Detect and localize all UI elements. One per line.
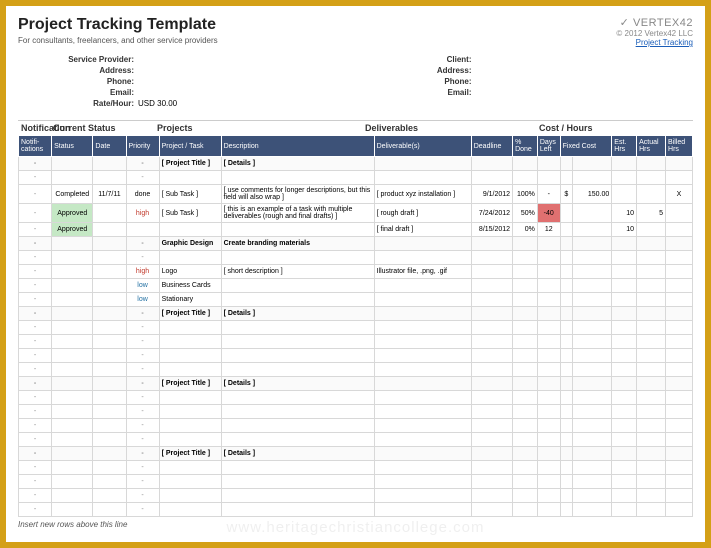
tracking-table: Notifi- cations Status Date Priority Pro… <box>18 135 693 517</box>
watermark: www.heritagechristiancollege.com <box>6 519 705 536</box>
table-row[interactable]: -- <box>19 349 693 363</box>
page-title: Project Tracking Template <box>18 16 218 34</box>
group-headers: Notification Current Status Projects Del… <box>18 120 693 135</box>
th-task: Project / Task <box>159 136 221 157</box>
table-row[interactable]: -- <box>19 335 693 349</box>
grp-status: Current Status <box>50 121 154 135</box>
val-provider-email[interactable] <box>138 88 356 99</box>
th-deadline: Deadline <box>471 136 512 157</box>
table-header: Notifi- cations Status Date Priority Pro… <box>19 136 693 157</box>
th-priority: Priority <box>126 136 159 157</box>
table-row[interactable]: -Approvedhigh[ Sub Task ][ this is an ex… <box>19 204 693 223</box>
table-row[interactable]: --[ Project Title ][ Details ] <box>19 157 693 171</box>
lbl-provider-email: Email: <box>18 88 138 99</box>
val-client-address[interactable] <box>476 66 694 77</box>
table-row[interactable]: -- <box>19 363 693 377</box>
table-row[interactable]: -- <box>19 391 693 405</box>
th-est: Est. Hrs <box>612 136 637 157</box>
copyright-text: © 2012 Vertex42 LLC <box>616 29 693 38</box>
th-fixed: Fixed Cost <box>560 136 612 157</box>
lbl-provider-phone: Phone: <box>18 77 138 88</box>
table-row[interactable]: -lowBusiness Cards <box>19 279 693 293</box>
header-row: Project Tracking Template For consultant… <box>18 16 693 47</box>
provider-client-row: Service Provider: Address: Phone: Email:… <box>18 55 693 110</box>
th-pct: % Done <box>513 136 538 157</box>
lbl-client-email: Email: <box>356 88 476 99</box>
title-block: Project Tracking Template For consultant… <box>18 16 218 45</box>
th-bill: Billed Hrs <box>666 136 693 157</box>
th-date: Date <box>93 136 126 157</box>
lbl-client: Client: <box>356 55 476 66</box>
table-row[interactable]: -Approved[ final draft ]8/15/20120%1210 <box>19 223 693 237</box>
grp-notification: Notification <box>18 121 50 135</box>
table-row[interactable]: -- <box>19 503 693 517</box>
lbl-service-provider: Service Provider: <box>18 55 138 66</box>
lbl-client-address: Address: <box>356 66 476 77</box>
table-row[interactable]: -- <box>19 475 693 489</box>
table-row[interactable]: -- <box>19 489 693 503</box>
client-col: Client: Address: Phone: Email: <box>356 55 694 110</box>
val-provider-address[interactable] <box>138 66 356 77</box>
th-act: Actual Hrs <box>637 136 666 157</box>
table-row[interactable]: -- <box>19 433 693 447</box>
table-row[interactable]: --[ Project Title ][ Details ] <box>19 377 693 391</box>
table-row[interactable]: -- <box>19 419 693 433</box>
th-days: Days Left <box>537 136 560 157</box>
val-client-email[interactable] <box>476 88 694 99</box>
table-row[interactable]: -- <box>19 321 693 335</box>
th-status: Status <box>52 136 93 157</box>
th-deliv: Deliverable(s) <box>374 136 471 157</box>
vertex42-logo: ✓ VERTEX42 <box>616 16 693 29</box>
lbl-client-phone: Phone: <box>356 77 476 88</box>
table-row[interactable]: -Completed11/7/11done[ Sub Task ][ use c… <box>19 185 693 204</box>
grp-deliverables: Deliverables <box>362 121 536 135</box>
page-subtitle: For consultants, freelancers, and other … <box>18 36 218 45</box>
table-row[interactable]: -- <box>19 405 693 419</box>
table-row[interactable]: -- <box>19 461 693 475</box>
lbl-provider-address: Address: <box>18 66 138 77</box>
logo-block: ✓ VERTEX42 © 2012 Vertex42 LLC Project T… <box>616 16 693 47</box>
table-row[interactable]: --[ Project Title ][ Details ] <box>19 447 693 461</box>
grp-cost: Cost / Hours <box>536 121 693 135</box>
table-row[interactable]: -- <box>19 171 693 185</box>
table-row[interactable]: --[ Project Title ][ Details ] <box>19 307 693 321</box>
project-tracking-link[interactable]: Project Tracking <box>636 38 693 47</box>
th-desc: Description <box>221 136 374 157</box>
val-service-provider[interactable] <box>138 55 356 66</box>
table-row[interactable]: --Graphic DesignCreate branding material… <box>19 237 693 251</box>
lbl-rate: Rate/Hour: <box>18 99 138 110</box>
th-notif: Notifi- cations <box>19 136 52 157</box>
val-provider-phone[interactable] <box>138 77 356 88</box>
val-client[interactable] <box>476 55 694 66</box>
table-row[interactable]: -lowStationary <box>19 293 693 307</box>
val-client-phone[interactable] <box>476 77 694 88</box>
table-row[interactable]: -- <box>19 251 693 265</box>
val-rate[interactable]: USD 30.00 <box>138 99 356 110</box>
table-body: --[ Project Title ][ Details ]---Complet… <box>19 157 693 517</box>
grp-projects: Projects <box>154 121 362 135</box>
table-row[interactable]: -highLogo[ short description ]Illustrato… <box>19 265 693 279</box>
template-frame: Project Tracking Template For consultant… <box>0 0 711 548</box>
provider-col: Service Provider: Address: Phone: Email:… <box>18 55 356 110</box>
